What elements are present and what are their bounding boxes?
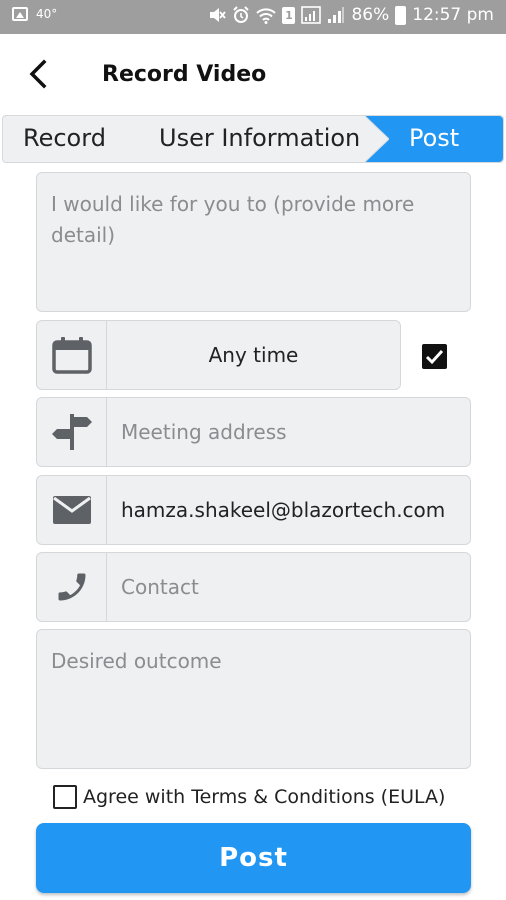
terms-label[interactable]: Agree with Terms & Conditions (EULA) — [83, 786, 445, 808]
wifi-icon — [256, 7, 277, 24]
email-value: hamza.shakeel@blazortech.com — [121, 498, 446, 522]
arrow-back-icon — [29, 59, 47, 89]
address-icon-cell — [37, 398, 107, 466]
app-header: Record Video — [0, 34, 506, 114]
address-field[interactable]: Meeting address — [36, 397, 471, 467]
signpost-icon — [51, 414, 92, 450]
contact-placeholder: Contact — [121, 575, 199, 599]
phone-icon — [58, 573, 85, 601]
detail-textarea[interactable]: I would like for you to (provide more de… — [36, 172, 471, 312]
time-value: Any time — [208, 343, 299, 367]
clock: 12:57 pm — [412, 5, 494, 25]
signal-outline-icon — [301, 6, 322, 24]
temperature-text: 40° — [36, 7, 58, 21]
sim-icon: 1 — [282, 6, 296, 24]
checkmark-icon — [425, 349, 444, 365]
any-time-checkbox[interactable] — [422, 344, 447, 369]
alarm-icon — [233, 6, 250, 23]
mail-icon — [52, 496, 91, 524]
step-record[interactable]: Record — [23, 116, 106, 162]
image-notification-icon — [12, 7, 28, 21]
time-field[interactable]: Any time — [36, 320, 401, 390]
terms-checkbox[interactable] — [53, 785, 77, 809]
status-bar: 40° 1 86% 12:57 pm — [0, 0, 506, 34]
contact-field[interactable]: Contact — [36, 552, 471, 622]
signal-icon — [328, 7, 345, 23]
calendar-icon — [51, 337, 92, 374]
post-button[interactable]: Post — [36, 823, 471, 893]
step-post[interactable]: Post — [365, 116, 503, 162]
terms-row: Agree with Terms & Conditions (EULA) — [53, 785, 445, 809]
time-icon-cell — [37, 321, 107, 389]
status-right: 1 86% 12:57 pm — [208, 5, 494, 25]
outcome-placeholder: Desired outcome — [51, 649, 222, 673]
battery-icon — [395, 5, 407, 25]
battery-percent: 86% — [351, 5, 390, 25]
address-placeholder: Meeting address — [121, 420, 287, 444]
step-chevron-icon — [365, 116, 389, 162]
back-button[interactable] — [22, 56, 58, 92]
step-post-label: Post — [409, 124, 460, 152]
email-icon-cell — [37, 476, 107, 544]
page-title: Record Video — [102, 62, 267, 87]
contact-icon-cell — [37, 553, 107, 621]
mute-icon — [210, 8, 227, 22]
outcome-textarea[interactable]: Desired outcome — [36, 629, 471, 769]
step-user-information[interactable]: User Information — [159, 116, 360, 162]
status-left: 40° — [12, 7, 57, 21]
step-indicator: Record User Information Post — [2, 115, 504, 163]
detail-placeholder: I would like for you to (provide more de… — [51, 192, 415, 247]
email-field[interactable]: hamza.shakeel@blazortech.com — [36, 475, 471, 545]
